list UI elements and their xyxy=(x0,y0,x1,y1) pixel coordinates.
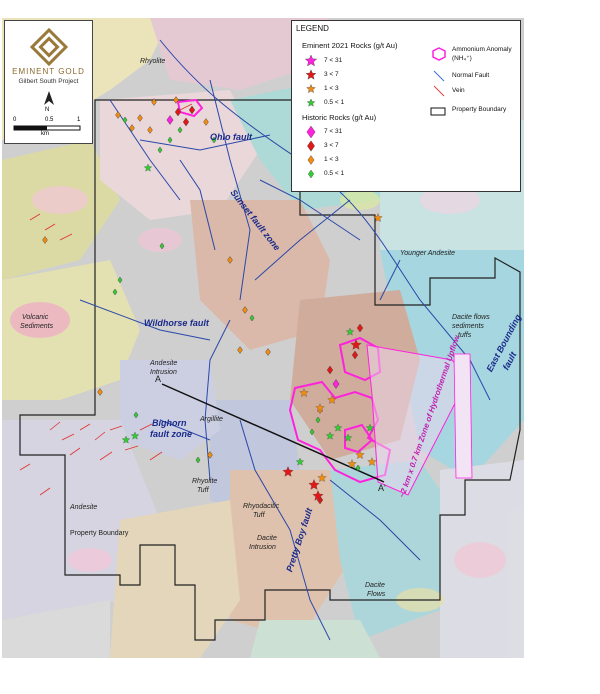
north-arrow-icon xyxy=(44,91,54,105)
property-boundary-swatch-icon xyxy=(430,107,446,116)
logo-panel: EMINENT GOLD Gilbert South Project N 0 0… xyxy=(4,20,93,144)
company-logo-icon xyxy=(29,27,69,67)
legend-eminent-tier2-label: 3 < 7 xyxy=(324,71,339,78)
scale-end: 1 xyxy=(77,117,81,123)
legend-eminent-tier3-label: 1 < 3 xyxy=(324,85,339,92)
label-argillite: Argillite xyxy=(200,416,223,423)
section-end-label: A' xyxy=(378,483,386,493)
legend-diamond-tier3-icon xyxy=(307,155,315,165)
legend-star-tier3-icon xyxy=(306,83,316,94)
legend-title: LEGEND xyxy=(296,24,329,33)
label-younger-andesite: Younger Andesite xyxy=(400,250,456,257)
fault-wildhorse: Wildhorse fault xyxy=(144,318,209,328)
legend-property-label: Property Boundary xyxy=(452,106,507,113)
label-andesite-intrusion-1: Andesite xyxy=(150,360,178,367)
legend-ammonium-label: Ammonium Anomaly (NH₄⁺) xyxy=(452,46,512,62)
scale-start: 0 xyxy=(13,117,17,123)
legend-normal-fault-label: Normal Fault xyxy=(452,72,490,79)
label-dacite-flows-b2: Flows xyxy=(367,591,386,598)
upflow-zone-box xyxy=(366,344,473,496)
legend-eminent-tier4-label: 0.5 < 1 xyxy=(324,99,345,106)
label-dacite-intrusion-2: Intrusion xyxy=(249,544,276,551)
label-rhyodacitic-2: Tuff xyxy=(253,512,265,519)
label-rhyolite-tuff-2: Tuff xyxy=(197,487,209,494)
label-dacite-intrusion-1: Dacite xyxy=(257,535,277,542)
label-andesite: Andesite xyxy=(70,504,98,511)
legend-vein-label: Vein xyxy=(452,87,465,94)
label-rhyodacitic-1: Rhyodacitic xyxy=(243,503,280,510)
vein-swatch-icon xyxy=(433,85,445,97)
legend-historic-tier1-label: 7 < 31 xyxy=(324,128,343,135)
fault-ohio: Ohio fault xyxy=(210,132,252,142)
legend-star-tier2-icon xyxy=(305,69,317,80)
label-rhyolite-top: Rhyolite xyxy=(140,58,166,65)
legend-star-tier1-icon xyxy=(304,54,318,67)
legend-diamond-tier2-icon xyxy=(307,140,315,152)
legend-star-tier4-icon xyxy=(306,98,316,107)
legend-historic-tier4-label: 0.5 < 1 xyxy=(324,170,345,177)
normal-fault-swatch-icon xyxy=(433,70,445,82)
north-label: N xyxy=(45,107,50,113)
section-start-label: A xyxy=(155,374,162,384)
label-volcanic-1: Volcanic xyxy=(22,314,49,321)
legend-historic-tier3-label: 1 < 3 xyxy=(324,156,339,163)
legend-eminent-header: Eminent 2021 Rocks (g/t Au) xyxy=(302,41,398,50)
legend-panel: LEGEND Eminent 2021 Rocks (g/t Au) Histo… xyxy=(291,20,521,192)
label-rhyolite-tuff-1: Rhyolite xyxy=(192,478,218,485)
legend-diamond-tier4-icon xyxy=(307,169,315,179)
company-name: EMINENT GOLD xyxy=(12,67,85,76)
label-property-boundary: Property Boundary xyxy=(70,530,129,537)
fault-bighorn-1: Bighorn xyxy=(152,418,187,428)
legend-historic-header: Historic Rocks (g/t Au) xyxy=(302,113,377,122)
label-dacite-flows-1: Dacite flows xyxy=(452,314,490,321)
label-dacite-flows-2: sediments xyxy=(452,323,484,330)
fault-bighorn-2: fault zone xyxy=(150,429,192,439)
label-volcanic-2: Sediments xyxy=(20,323,54,330)
legend-eminent-tier1-label: 7 < 31 xyxy=(324,57,343,64)
label-dacite-flows-b1: Dacite xyxy=(365,582,385,589)
scale-unit: km xyxy=(41,131,49,137)
legend-diamond-tier1-icon xyxy=(306,125,316,139)
legend-historic-tier2-label: 3 < 7 xyxy=(324,142,339,149)
scale-mid: 0.5 xyxy=(45,117,54,123)
project-name: Gilbert South Project xyxy=(18,78,79,85)
ammonium-swatch-icon xyxy=(432,47,446,61)
